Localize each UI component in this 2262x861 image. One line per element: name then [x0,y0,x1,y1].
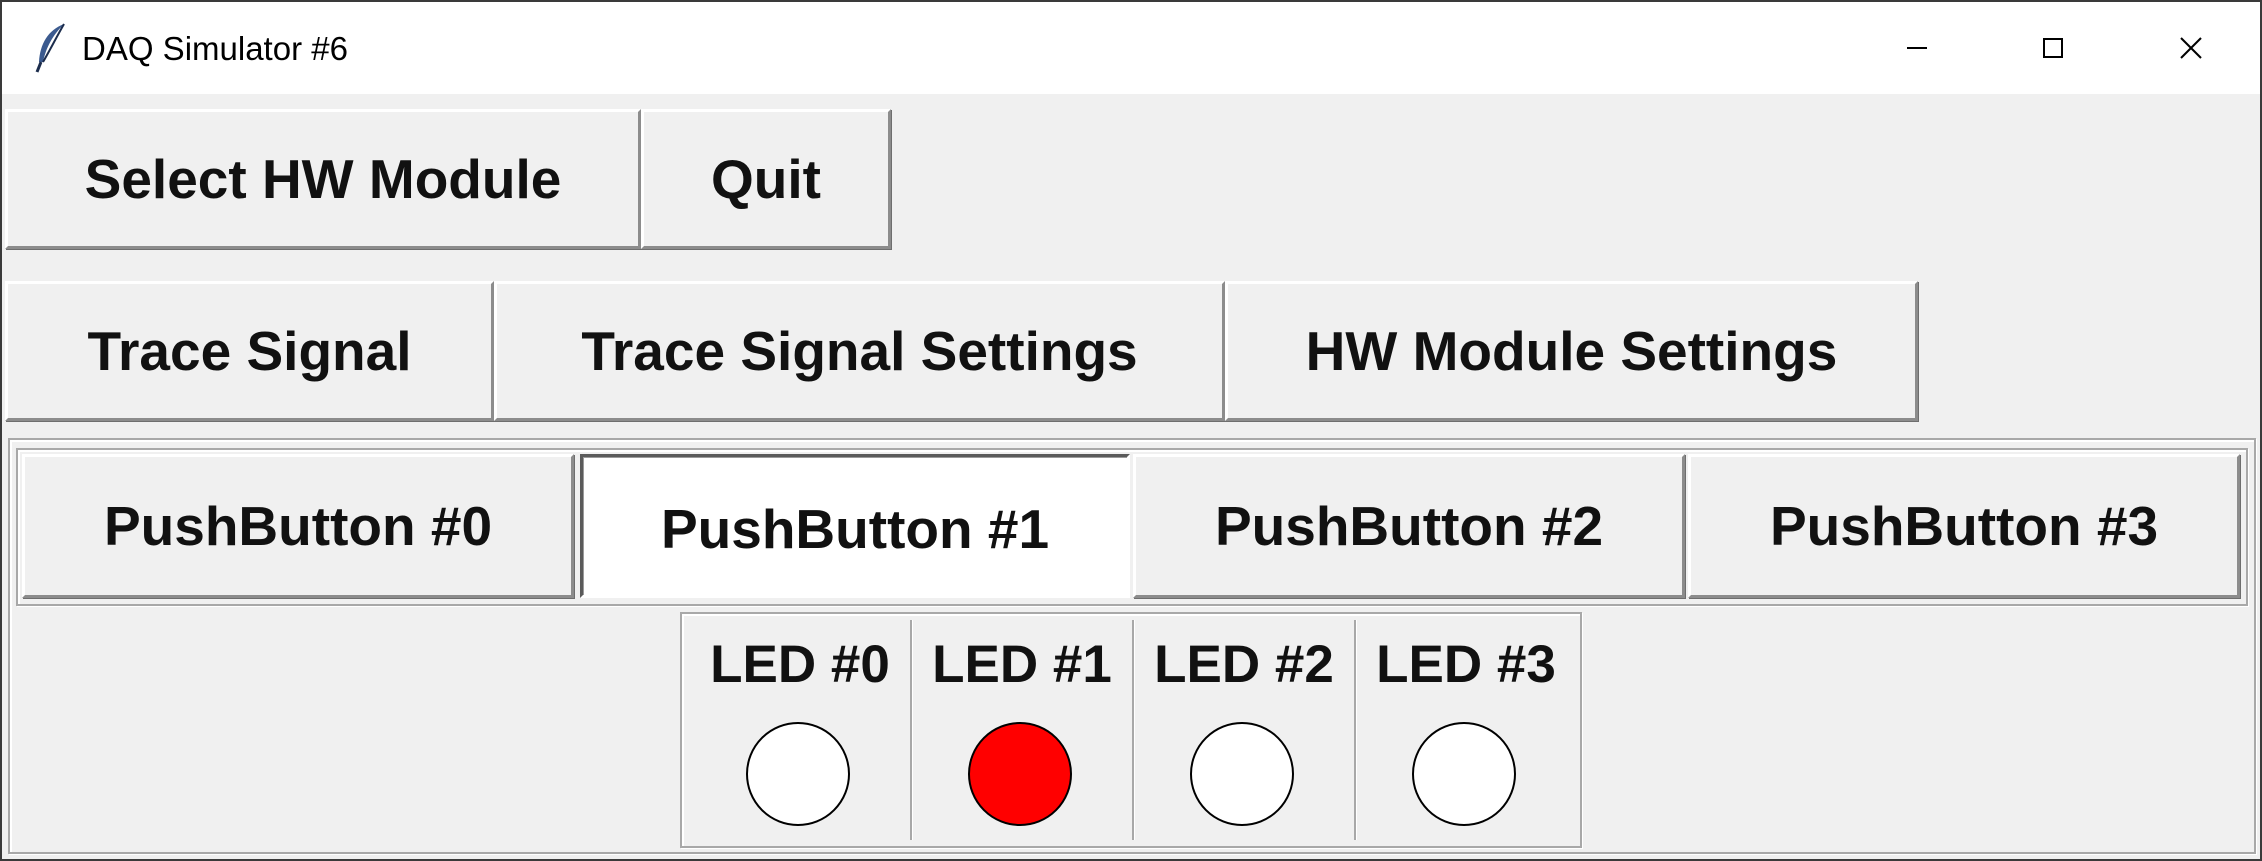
pushbutton-0[interactable]: PushButton #0 [22,454,574,598]
close-button[interactable] [2136,12,2246,84]
window-title: DAQ Simulator #6 [82,30,348,67]
pushbutton-2[interactable]: PushButton #2 [1133,454,1685,598]
pushbutton-3[interactable]: PushButton #3 [1688,454,2240,598]
minimize-button[interactable] [1862,12,1972,84]
trace-signal-button[interactable]: Trace Signal [5,281,494,421]
feather-icon [34,22,68,74]
close-icon [2178,35,2204,61]
led-2-label: LED #2 [1154,635,1334,694]
led-1-label: LED #1 [932,635,1112,694]
minimize-icon [1905,36,1929,60]
app-window: DAQ Simulator #6 Select HW Module Quit T… [0,0,2262,861]
led-2-indicator [1190,722,1294,826]
trace-signal-settings-button[interactable]: Trace Signal Settings [494,281,1225,421]
select-hw-module-button[interactable]: Select HW Module [5,109,641,249]
led-0-indicator [746,722,850,826]
maximize-button[interactable] [1998,12,2108,84]
maximize-icon [2041,36,2065,60]
led-3-label: LED #3 [1376,635,1556,694]
pushbutton-1[interactable]: PushButton #1 [580,454,1130,598]
title-bar: DAQ Simulator #6 [2,2,2260,94]
quit-button[interactable]: Quit [641,109,891,249]
hw-module-settings-button[interactable]: HW Module Settings [1225,281,1918,421]
led-1-indicator [968,722,1072,826]
led-3-indicator [1412,722,1516,826]
led-0-label: LED #0 [710,635,890,694]
